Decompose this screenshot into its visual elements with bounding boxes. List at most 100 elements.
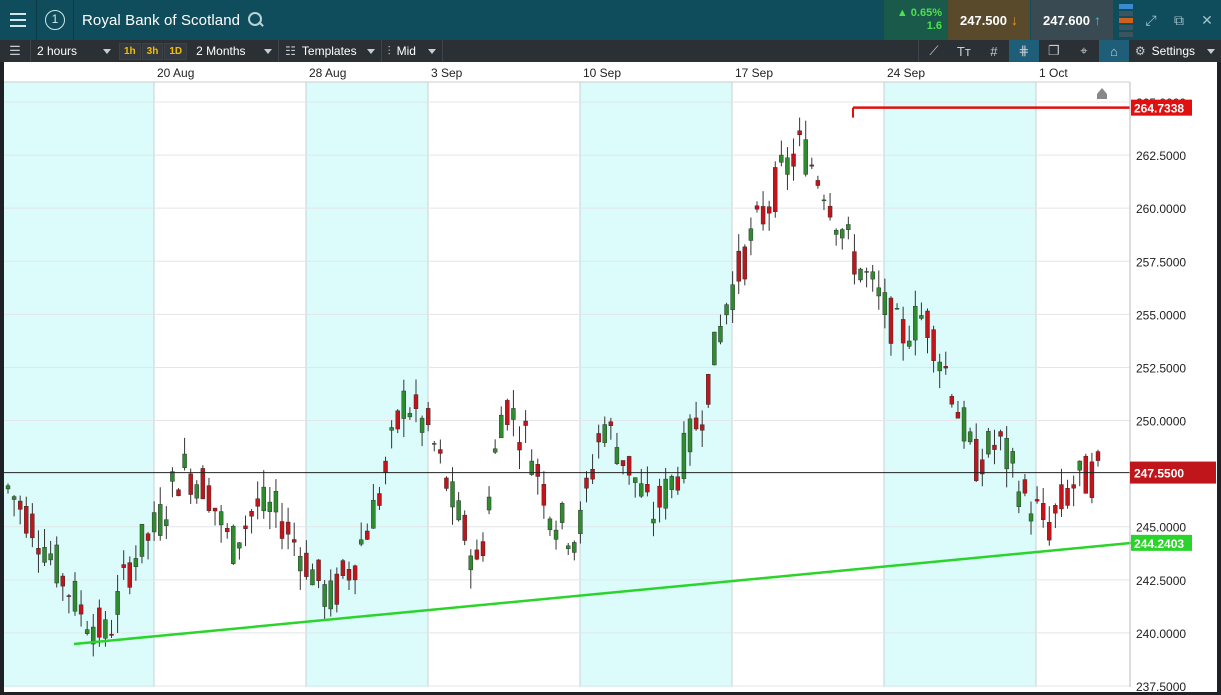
candle-body — [298, 555, 303, 572]
home-icon[interactable] — [1097, 88, 1107, 99]
buy-price-button[interactable]: 247.600 ↑ — [1031, 0, 1113, 40]
candle-body — [809, 164, 814, 167]
candle-body — [164, 519, 169, 526]
candle-body — [669, 476, 674, 490]
candle-body — [42, 547, 47, 563]
menu-icon[interactable] — [0, 0, 36, 40]
candle-body — [919, 315, 924, 319]
candle-body — [365, 530, 370, 540]
candle-body — [748, 228, 754, 241]
price-chart[interactable]: 20 Aug 28 Aug 3 Sep 10 Sep 17 Sep 24 Sep 1 Oct… — [4, 62, 1217, 692]
candle-body — [17, 500, 23, 510]
candle-body — [456, 500, 461, 521]
interval-3h-button[interactable]: 3h — [141, 42, 164, 60]
candle-body — [736, 250, 741, 282]
resistance-price-tag: 264.7338 — [1134, 102, 1184, 116]
search-icon[interactable] — [248, 12, 264, 28]
candle-body — [1083, 455, 1089, 494]
candle-body — [11, 496, 17, 500]
session-band — [884, 82, 1036, 687]
price-axis-label: 250.0000 — [1136, 415, 1186, 429]
draw-line-icon[interactable]: ⟋ — [919, 40, 949, 62]
depth-icon[interactable] — [1119, 3, 1133, 37]
candle-body — [48, 553, 53, 561]
buy-price: 247.600 — [1043, 12, 1090, 28]
candle-body — [151, 512, 157, 533]
instrument-name[interactable]: Royal Bank of Scotland — [82, 12, 240, 29]
templates-select[interactable]: ☷ Templates — [279, 40, 380, 62]
candle-body — [474, 549, 480, 560]
change-percent: ▲ 0.65% — [896, 7, 942, 19]
candle-body — [255, 498, 260, 507]
chevron-down-icon — [264, 48, 273, 54]
current-price-tag: 247.5500 — [1134, 467, 1184, 481]
candle-body — [870, 271, 875, 280]
candle-body — [243, 525, 248, 529]
candle-body — [687, 418, 693, 453]
candle-body — [206, 485, 212, 511]
layers-icon[interactable]: ❐ — [1039, 40, 1069, 62]
candle-body — [675, 476, 681, 491]
candle-body — [505, 400, 510, 425]
candle-body — [444, 477, 449, 489]
candle-body — [145, 533, 151, 541]
candle-body — [602, 424, 607, 443]
interval-1d-button[interactable]: 1D — [164, 42, 188, 60]
candle-body — [882, 292, 888, 316]
candle-body — [109, 633, 114, 636]
candle-body — [608, 421, 614, 426]
candle-body — [1077, 460, 1082, 471]
candle-body — [60, 575, 66, 587]
candle-body — [967, 431, 973, 443]
crosshair-icon[interactable]: ⋕ — [1008, 40, 1039, 62]
candle-body — [352, 565, 358, 581]
candle-body — [1065, 488, 1070, 506]
price-type-label: Mid — [396, 44, 416, 58]
settings-menu[interactable]: ⚙ Settings — [1129, 40, 1221, 62]
close-icon[interactable]: ✕ — [1193, 0, 1221, 40]
settings-label: Settings — [1151, 44, 1195, 58]
candle-body — [54, 544, 59, 584]
grid-icon[interactable]: # — [979, 40, 1009, 62]
period-select[interactable]: 2 Months — [190, 40, 278, 62]
candle-body — [590, 468, 595, 480]
candle-body — [1059, 484, 1064, 510]
list-icon[interactable]: ☰ — [0, 40, 30, 62]
candle-body — [358, 539, 364, 545]
text-tool-icon[interactable]: Tт — [949, 40, 979, 62]
candle-body — [815, 180, 821, 186]
interval-select[interactable]: 2 hours — [31, 40, 117, 62]
sell-price-button[interactable]: 247.500 ↓ — [948, 0, 1030, 40]
price-type-select[interactable]: ⫶ Mid — [382, 40, 442, 62]
candle-body — [559, 503, 565, 523]
candle-body — [797, 130, 802, 136]
interval-1h-button[interactable]: 1h — [119, 42, 141, 60]
popout-icon[interactable]: ⧉ — [1165, 0, 1193, 40]
candle-body — [833, 229, 839, 235]
candle-body — [267, 501, 273, 512]
candle-body — [340, 560, 346, 576]
candle-body — [699, 424, 705, 431]
date-label: 28 Aug — [309, 66, 346, 80]
session-band — [4, 82, 154, 687]
info-icon[interactable]: 1 — [37, 0, 73, 40]
cursor-icon[interactable]: ⌖ — [1069, 40, 1099, 62]
price-tag-icon[interactable]: ⌂ — [1098, 40, 1129, 62]
candle-body — [584, 477, 589, 489]
candle-body — [961, 407, 967, 442]
expand-icon[interactable]: ⤢ — [1137, 0, 1165, 40]
change-points: 1.6 — [926, 20, 942, 32]
candle-body — [249, 511, 254, 517]
candle-body — [517, 442, 522, 451]
date-label: 20 Aug — [157, 66, 194, 80]
candle-body — [1071, 484, 1076, 489]
sell-price: 247.500 — [960, 12, 1007, 28]
candle-body — [541, 484, 547, 506]
candle-body — [133, 558, 139, 567]
chart-title-bar: 1 Royal Bank of Scotland ▲ 0.65% 1.6 247… — [0, 0, 1221, 40]
candle-body — [304, 552, 309, 577]
price-axis-label: 260.0000 — [1136, 202, 1186, 216]
chart-canvas[interactable]: 20 Aug 28 Aug 3 Sep 10 Sep 17 Sep 24 Sep 1 Oct… — [4, 62, 1217, 692]
candle-body — [121, 564, 126, 568]
candle-body — [438, 449, 443, 454]
